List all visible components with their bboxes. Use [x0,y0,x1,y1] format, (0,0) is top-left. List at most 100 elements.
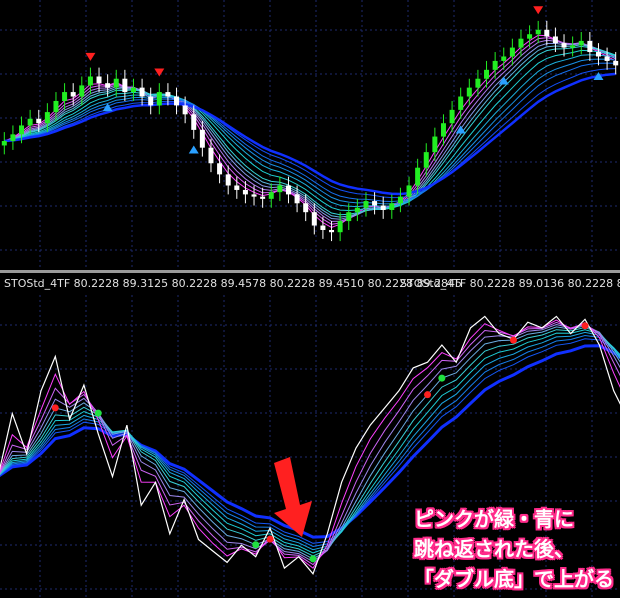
candle-body [53,100,59,113]
candle-body [587,40,593,53]
candle-body [105,83,111,88]
sell-arrow-icon [533,6,544,15]
candle-body [475,78,481,88]
candle-body [165,92,171,97]
candle-body [492,60,498,70]
candle-body [156,92,162,106]
candle-body [406,185,412,197]
ma-ribbon-line [4,68,616,199]
annotation-line-3: 「ダブル底」で上がる [414,567,614,591]
candle-body [432,136,438,153]
candle-body [311,212,317,226]
candle-body [354,207,360,213]
candle-body [19,125,25,135]
candle-body [208,147,214,164]
red-dot-marker [266,535,274,543]
candle-body [604,56,610,61]
candle-body [346,212,352,222]
green-dot-marker [252,541,260,549]
candle-body [27,118,33,126]
buy-arrow-icon [188,145,199,154]
candle-body [363,201,369,208]
candle-body [62,92,68,101]
green-dot-marker [94,409,102,417]
price-chart [0,0,620,270]
ma-ribbon-line [4,37,616,225]
indicator-header: STOStd_4TF 80.2228 89.3125 80.2228 89.45… [0,273,620,295]
candle-body [44,112,50,124]
candle-body [509,47,515,57]
candle-body [458,96,464,110]
candle-body [380,205,386,210]
candle-body [544,29,550,37]
candle-body [518,38,524,48]
candle-body [225,174,231,186]
candle-body [277,185,283,193]
green-dot-marker [309,555,317,563]
big-down-arrow-icon [274,457,312,537]
candle-body [613,60,619,66]
candle-body [595,52,601,57]
candle-body [285,185,291,195]
ma-ribbon-line [4,58,616,205]
candle-body [484,69,490,79]
candle-body [268,192,274,199]
red-dot-marker [51,404,59,412]
annotation-line-2: 跳ね返された後、 [414,537,574,561]
ma-ribbon-line [4,44,616,218]
candle-body [415,167,421,186]
candle-body [294,194,300,204]
candle-body [96,76,102,84]
red-dot-marker [424,391,432,399]
candle-body [113,78,119,88]
annotation-text: ピンクが緑・青に 跳ね返された後、 「ダブル底」で上がる [414,504,614,594]
candle-body [372,201,378,206]
candle-body [449,109,455,124]
candle-body [440,123,446,137]
candle-body [397,196,403,204]
candle-body [130,87,136,93]
candle-body [578,40,584,46]
sell-arrow-icon [154,68,165,77]
candle-body [251,194,257,197]
candle-body [79,85,85,97]
candle-body [423,152,429,168]
candle-body [217,163,223,175]
red-dot-marker [509,336,517,344]
sell-arrow-icon [85,52,96,61]
indicator-values-left: STOStd_4TF 80.2228 89.3125 80.2228 89.45… [4,277,463,290]
indicator-values-right: STOStd_4TF 80.2228 89.0136 80.2228 88.56… [400,277,620,290]
candle-body [570,45,576,48]
candle-body [389,203,395,210]
price-panel [0,0,620,270]
candle-body [10,134,16,142]
candle-body [535,29,541,35]
candle-body [199,129,205,148]
candle-body [191,114,197,130]
red-dot-marker [581,322,589,330]
candle-body [1,141,7,146]
candle-body [501,56,507,61]
chart-window: STOStd_4TF 80.2228 89.3125 80.2228 89.45… [0,0,620,598]
candle-body [242,189,248,195]
candle-body [561,43,567,48]
candle-body [303,203,309,213]
ma-ribbon-line [4,45,616,216]
candle-body [552,36,558,44]
candle-body [174,96,180,106]
green-dot-marker [438,374,446,382]
ma-ribbon-line [4,34,616,228]
candle-body [139,87,145,97]
candle-body [70,92,76,97]
ma-ribbon-line [4,54,616,208]
candle-body [329,229,335,233]
candle-body [122,78,128,93]
candle-body [234,185,240,190]
annotation-line-1: ピンクが緑・青に [414,507,574,531]
candle-body [527,34,533,39]
candle-body [87,76,93,86]
candle-body [466,87,472,97]
candle-body [260,196,266,199]
candle-body [36,118,42,124]
candle-body [182,105,188,115]
